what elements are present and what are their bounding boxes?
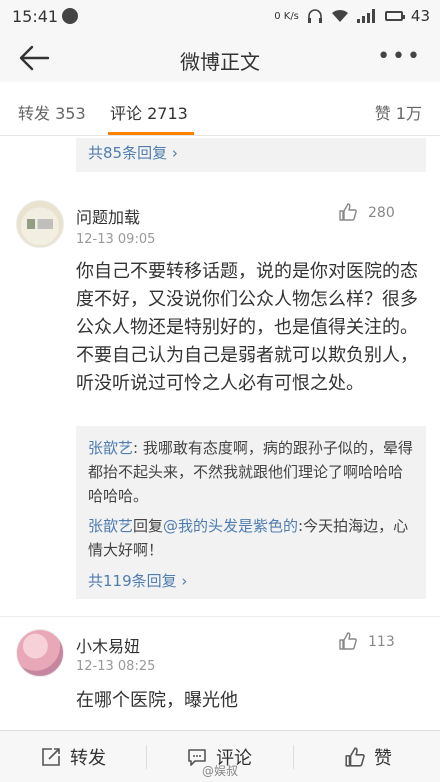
comment-text: 你自己不要转移话题，说的是你对医院的态度不好，又没说你们公众人物怎么样？很多公众…	[76, 261, 418, 394]
comment-item: 问题加载 12-13 09:05 280 你自己不要转移话题，说的是你对医院的态…	[0, 186, 440, 616]
battery-icon	[384, 11, 405, 21]
like-button[interactable]: 赞	[344, 731, 392, 782]
comment-username[interactable]: 小木易妞	[76, 633, 140, 657]
tab-bar: 转发 353 评论 2713 赞 1万	[0, 88, 440, 136]
nav-bar: 微博正文 •••	[0, 34, 440, 82]
status-indicators: 0 K/s 43	[274, 7, 430, 25]
comment-username[interactable]: 问题加载	[76, 204, 140, 228]
page-title: 微博正文	[180, 50, 260, 74]
tab-like[interactable]: 赞 1万	[375, 100, 422, 124]
previous-replies-box: 共85条回复 ›	[76, 138, 426, 172]
reply-mention[interactable]: @我的头发是紫色的	[163, 517, 298, 535]
headphones-icon	[307, 9, 322, 23]
tab-comment[interactable]: 评论 2713	[110, 100, 188, 124]
thumbs-up-icon[interactable]	[338, 202, 358, 222]
reply-verb: 回复	[133, 517, 164, 535]
replies-box: 张歆艺: 我哪敢有态度啊，病的跟孙子似的，晕得都抬不起头来，不然我就跟他们理论了…	[76, 426, 426, 599]
comment-item: 小木易妞 12-13 08:25 113 在哪个医院，曝光他	[0, 616, 440, 726]
more-options-icon[interactable]: •••	[377, 44, 422, 69]
reply-item: 张歆艺回复@我的头发是紫色的:今天拍海边，心情大好啊！	[88, 514, 414, 562]
reply-separator: :	[133, 439, 143, 457]
status-bar: 15:41 0 K/s 43	[0, 0, 440, 34]
wifi-icon	[331, 9, 348, 22]
repost-label: 转发	[70, 748, 106, 769]
thumbs-up-icon	[345, 747, 365, 767]
comment-text: 在哪个医院，曝光他	[76, 690, 238, 711]
replies-more-link[interactable]: 共119条回复 ›	[88, 570, 414, 591]
avatar[interactable]	[16, 200, 64, 248]
thumbs-up-icon[interactable]	[338, 631, 358, 651]
tab-repost[interactable]: 转发 353	[18, 100, 86, 124]
network-speed: 0 K/s	[274, 10, 299, 22]
reply-username[interactable]: 张歆艺	[88, 517, 133, 535]
reply-item: 张歆艺: 我哪敢有态度啊，病的跟孙子似的，晕得都抬不起头来，不然我就跟他们理论了…	[88, 436, 414, 508]
tab-active-indicator	[108, 132, 194, 135]
comment-time: 12-13 09:05	[76, 232, 156, 247]
signal-icon	[356, 9, 375, 23]
comment-time: 12-13 08:25	[76, 659, 156, 674]
watermark: @娱叔	[202, 764, 239, 778]
avatar[interactable]	[16, 629, 64, 677]
status-time: 15:41	[12, 7, 59, 26]
repost-icon	[42, 748, 60, 766]
reply-username[interactable]: 张歆艺	[88, 439, 133, 457]
divider	[293, 745, 294, 769]
like-count: 280	[368, 205, 395, 221]
divider	[146, 745, 147, 769]
sync-icon	[62, 8, 78, 24]
like-count: 113	[368, 634, 395, 650]
battery-level: 43	[410, 7, 430, 25]
like-label: 赞	[374, 748, 392, 769]
repost-button[interactable]: 转发	[40, 731, 106, 782]
previous-replies-more-link[interactable]: 共85条回复 ›	[88, 144, 178, 162]
